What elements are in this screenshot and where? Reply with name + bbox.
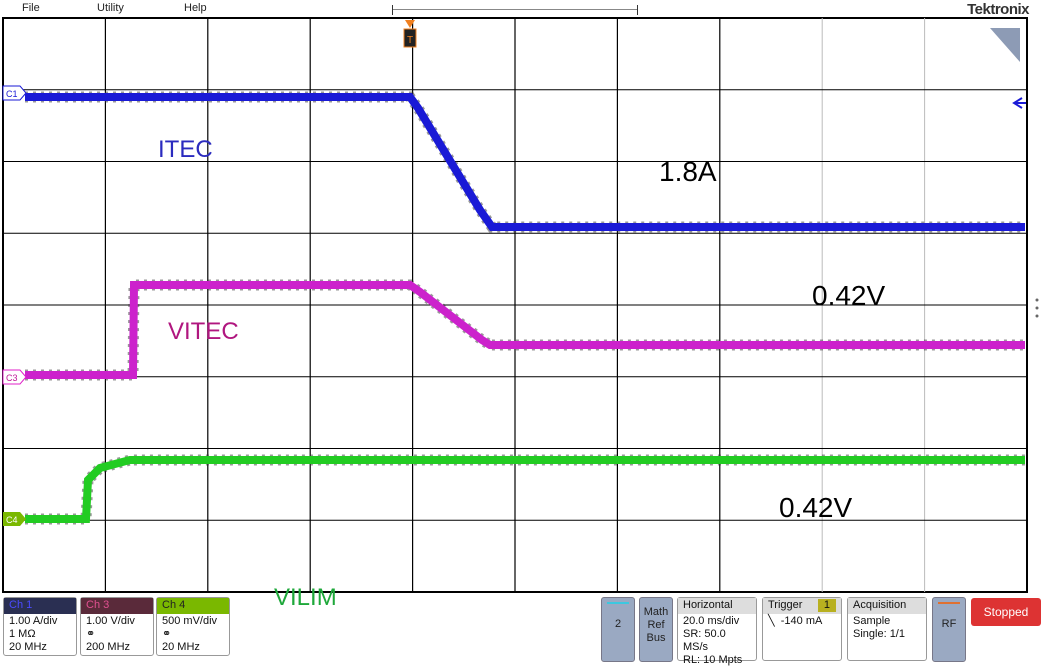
sample-rate: SR: 50.0 MS/s — [683, 628, 726, 653]
ch1-title: Ch 1 — [4, 598, 76, 614]
bus-label: Bus — [646, 632, 666, 644]
ch3-scale: 1.00 V/div — [86, 615, 135, 627]
right-scroll-handle[interactable] — [1035, 298, 1039, 318]
ch4-bandwidth: 20 MHz — [162, 641, 200, 653]
vitec-label: VITEC — [168, 318, 239, 345]
ch3-badge[interactable]: Ch 3 1.00 V/div ⚭ 200 MHz — [80, 597, 154, 656]
waveform-display: T C1 C3 C4 — [2, 17, 1039, 593]
rf-label: RF — [941, 618, 957, 630]
itec-value: 1.8A — [659, 156, 717, 187]
horizontal-title: Horizontal — [678, 598, 756, 614]
trigger-title: Trigger — [768, 599, 803, 611]
c4-marker-label: C4 — [6, 515, 18, 525]
ch1-badge[interactable]: Ch 1 1.00 A/div 1 MΩ 20 MHz — [3, 597, 77, 656]
itec-label: ITEC — [158, 136, 213, 163]
vilim-label: VILIM — [274, 584, 337, 611]
run-stop-button[interactable]: Stopped — [971, 598, 1041, 626]
falling-edge-icon: ╲ — [768, 615, 775, 627]
ch1-bandwidth: 20 MHz — [9, 641, 47, 653]
ch4-scale: 500 mV/div — [162, 615, 218, 627]
record-length: RL: 10 Mpts — [683, 654, 743, 666]
vitec-value: 0.42V — [812, 280, 886, 311]
ch3-title: Ch 3 — [81, 598, 153, 614]
add-channel-2-button[interactable]: 2 — [601, 597, 635, 662]
acquisition-mode: Sample — [853, 615, 891, 627]
horizontal-scale: 20.0 ms/div — [683, 615, 740, 627]
c1-marker-label: C1 — [6, 89, 18, 99]
btn2-label: 2 — [614, 618, 622, 630]
trigger-badge[interactable]: Trigger 1 ╲ -140 mA — [762, 597, 842, 661]
trigger-marker-label: T — [407, 35, 413, 46]
ch1-scale: 1.00 A/div — [9, 615, 58, 627]
acquisition-title: Acquisition — [848, 598, 926, 614]
ch3-bandwidth: 200 MHz — [86, 641, 131, 653]
acquisition-count: Single: 1/1 — [853, 628, 905, 640]
c3-marker-label: C3 — [6, 373, 18, 383]
math-label: Math — [643, 606, 669, 618]
rf-button[interactable]: RF — [932, 597, 966, 662]
ch3-coupling-icon: ⚭ — [86, 628, 96, 640]
trigger-level: -140 mA — [780, 615, 823, 627]
acquisition-badge[interactable]: Acquisition Sample Single: 1/1 — [847, 597, 927, 661]
ch4-title: Ch 4 — [157, 598, 229, 614]
ch4-badge[interactable]: Ch 4 500 mV/div ⚭ 20 MHz — [156, 597, 230, 656]
ch4-coupling-icon: ⚭ — [162, 628, 172, 640]
math-ref-bus-button[interactable]: Math Ref Bus — [639, 597, 673, 662]
trigger-source: 1 — [817, 599, 836, 612]
horizontal-badge[interactable]: Horizontal 20.0 ms/div SR: 50.0 MS/s RL: 1… — [677, 597, 757, 666]
ch1-impedance: 1 MΩ — [9, 628, 36, 640]
ref-label: Ref — [647, 619, 665, 631]
vilim-value: 0.42V — [779, 492, 853, 523]
